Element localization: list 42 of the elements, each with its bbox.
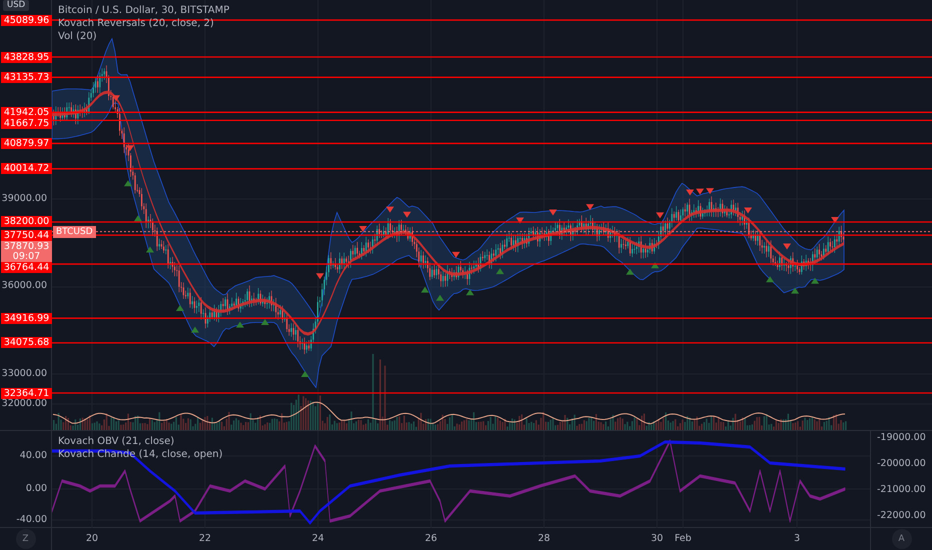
price-level-label: 34916.99 <box>1 312 52 324</box>
price-level-label: 43135.73 <box>1 72 52 83</box>
price-level-label: 34075.68 <box>1 337 52 348</box>
price-level-label: 41667.75 <box>1 118 52 129</box>
price-level-label: 38200.00 <box>1 216 52 228</box>
price-tick-label: 33000.00 <box>2 367 47 382</box>
price-level-label: 36764.44 <box>1 262 52 273</box>
price-tick-label: 32000.00 <box>2 396 47 411</box>
price-level-label: 45089.96 <box>1 14 52 26</box>
oscillator-tick-label: -40.00 <box>16 512 47 527</box>
time-axis-label: 20 <box>86 532 98 546</box>
oscillator-tick-label: 40.00 <box>20 448 47 463</box>
chart-title: Bitcoin / U.S. Dollar, 30, BITSTAMP <box>58 4 230 17</box>
volume-tick-label: -21000.00 <box>877 482 926 497</box>
time-axis-label: 24 <box>312 532 324 546</box>
price-tick-label: 36000.00 <box>2 279 47 294</box>
indicator-label: Kovach Reversals (20, close, 2) <box>58 17 215 30</box>
price-level-label: 40014.72 <box>1 163 52 174</box>
price-level-label: 40879.97 <box>1 138 52 149</box>
symbol-tag: BTCUSD <box>53 226 96 238</box>
time-axis-label: Feb <box>674 532 692 546</box>
time-axis-label: 30 <box>650 532 664 546</box>
price-tick-label: 39000.00 <box>2 191 47 206</box>
volume-tick-label: -22000.00 <box>877 508 926 523</box>
oscillator-tick-label: 0.00 <box>26 482 47 496</box>
price-level-label: 37750.44 <box>1 230 52 241</box>
last-price-value: 37870.93 <box>2 242 50 252</box>
zoom-button[interactable]: Z <box>16 529 36 549</box>
volume-tick-label: -20000.00 <box>877 456 926 471</box>
price-level-label: 41942.05 <box>1 106 52 118</box>
price-level-label: 32364.71 <box>1 388 52 399</box>
time-axis-label: 22 <box>198 532 212 546</box>
price-level-label: 43828.95 <box>1 52 52 62</box>
time-axis-label: 26 <box>424 532 438 546</box>
volume-tick-label: -19000.00 <box>877 430 926 445</box>
time-axis-label: 3 <box>794 532 800 546</box>
auto-scale-button[interactable]: A <box>892 529 912 549</box>
indicator-label: Vol (20) <box>58 30 98 43</box>
countdown-timer: 09:07 <box>12 252 42 262</box>
time-axis-label: 28 <box>538 532 550 546</box>
indicator-label: Kovach OBV (21, close) <box>58 435 176 448</box>
currency-label: USD <box>3 0 30 11</box>
